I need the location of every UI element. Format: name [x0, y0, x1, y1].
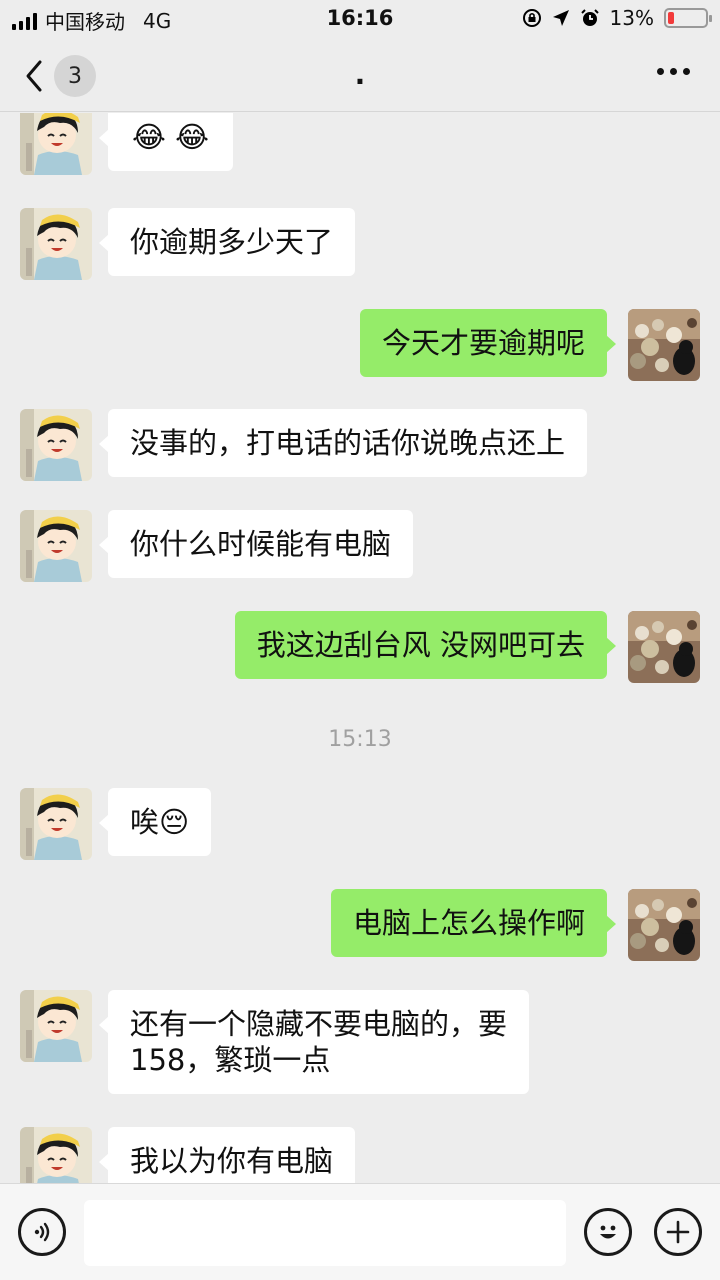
input-bar: [0, 1183, 720, 1280]
location-icon: [552, 10, 569, 26]
more-button[interactable]: [657, 68, 690, 75]
battery-level: [668, 12, 674, 24]
chat-area[interactable]: 😂 😂 你逾期多少天了 今天才要逾期呢 没事的，打电话的话你说晚点还上 你什么时…: [0, 113, 720, 1183]
my-avatar[interactable]: [628, 889, 700, 961]
status-bar: 中国移动 4G 16:16 13%: [0, 0, 720, 40]
voice-button[interactable]: [18, 1208, 66, 1256]
message-bubble[interactable]: 唉😔: [98, 788, 212, 856]
message-bubble[interactable]: 你逾期多少天了: [98, 208, 356, 276]
chat-title: .: [354, 58, 366, 91]
battery-percent: 13%: [609, 6, 654, 30]
contact-avatar[interactable]: [20, 113, 92, 175]
message-bubble[interactable]: 我以为你有电脑: [98, 1127, 356, 1183]
emoji-icon: [600, 1225, 616, 1239]
more-icon: [657, 68, 664, 75]
contact-avatar[interactable]: [20, 208, 92, 280]
message-bubble[interactable]: 没事的，打电话的话你说晚点还上: [98, 409, 588, 477]
message-bubble[interactable]: 我这边刮台风 没网吧可去: [234, 611, 617, 679]
emoji-button[interactable]: [584, 1208, 632, 1256]
contact-avatar[interactable]: [20, 409, 92, 481]
plus-icon: [666, 1220, 690, 1244]
orientation-lock-icon: [522, 9, 541, 27]
contact-avatar[interactable]: [20, 1127, 92, 1183]
message-bubble[interactable]: 😂 😂: [99, 113, 233, 171]
alarm-icon: [580, 9, 599, 26]
contact-avatar[interactable]: [20, 510, 92, 582]
contact-avatar[interactable]: [20, 788, 92, 860]
nav-bar: 3 .: [0, 40, 720, 112]
voice-icon: [34, 1222, 50, 1242]
status-right: 13%: [522, 6, 712, 30]
message-input[interactable]: [84, 1200, 566, 1266]
contact-avatar[interactable]: [20, 990, 92, 1062]
message-line: 158，繁琐一点: [130, 1043, 331, 1077]
message-bubble[interactable]: 还有一个隐藏不要电脑的，要 158，繁琐一点: [98, 990, 530, 1094]
message-line: 还有一个隐藏不要电脑的，要: [130, 1007, 508, 1041]
message-bubble[interactable]: 电脑上怎么操作啊: [330, 889, 617, 957]
message-bubble[interactable]: 今天才要逾期呢: [359, 309, 617, 377]
message-timestamp: 15:13: [328, 727, 392, 752]
my-avatar[interactable]: [628, 309, 700, 381]
my-avatar[interactable]: [628, 611, 700, 683]
message-bubble[interactable]: 你什么时候能有电脑: [98, 510, 414, 578]
plus-button[interactable]: [654, 1208, 702, 1256]
battery-icon: [664, 8, 712, 28]
